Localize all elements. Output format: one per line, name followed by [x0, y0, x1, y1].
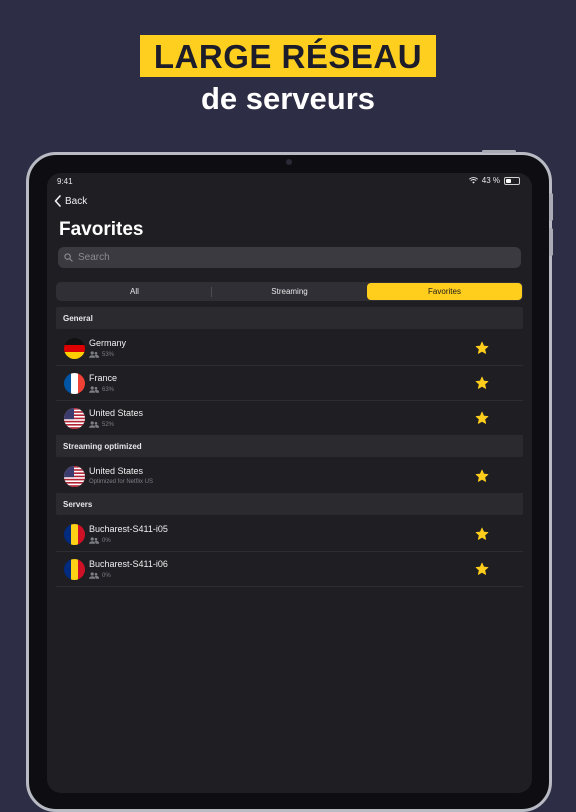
tab-streaming[interactable]: Streaming	[212, 283, 367, 300]
search-bar[interactable]	[58, 247, 521, 268]
server-load: 0%	[89, 572, 111, 579]
server-row[interactable]: Bucharest-S411-i05 0%	[56, 517, 523, 552]
united-states-flag-icon	[64, 466, 85, 487]
page-title: Favorites	[59, 219, 144, 240]
search-input[interactable]	[78, 252, 478, 263]
users-icon	[89, 351, 99, 358]
france-flag-icon	[64, 373, 85, 394]
device-top-button	[482, 150, 516, 153]
users-icon	[89, 386, 99, 393]
server-name: Bucharest-S411-i06	[89, 559, 168, 569]
status-time: 9:41	[57, 177, 73, 186]
app-screen: 9:41 43 % Back Favorites All Streaming F…	[47, 173, 532, 793]
device-side-button	[549, 228, 553, 256]
server-load-value: 0%	[102, 537, 111, 544]
server-load-value: 53%	[102, 351, 115, 358]
server-name: France	[89, 373, 118, 383]
server-load: 52%	[89, 421, 114, 428]
promo-headline-wrap: LARGE RÉSEAU	[0, 35, 576, 77]
romania-flag-icon	[64, 524, 85, 545]
server-name: United States	[89, 466, 144, 476]
front-camera	[286, 159, 292, 165]
server-row[interactable]: Bucharest-S411-i06 0%	[56, 552, 523, 587]
server-description: Optimized for Netflix US	[89, 479, 154, 485]
united-states-flag-icon	[64, 408, 85, 429]
star-icon[interactable]	[475, 341, 489, 355]
star-icon[interactable]	[475, 411, 489, 425]
back-button[interactable]: Back	[54, 195, 87, 207]
server-row[interactable]: France 63%	[56, 366, 523, 401]
device-side-button	[549, 193, 553, 221]
server-load: 0%	[89, 537, 111, 544]
promo-headline: LARGE RÉSEAU	[139, 35, 437, 77]
star-icon[interactable]	[475, 527, 489, 541]
server-row[interactable]: United States Optimized for Netflix US	[56, 459, 523, 494]
wifi-icon	[468, 177, 478, 184]
server-load-value: 63%	[102, 386, 115, 393]
back-label: Back	[65, 195, 88, 207]
tab-all[interactable]: All	[57, 283, 212, 300]
section-header-servers: Servers	[56, 493, 523, 515]
battery-percent: 43 %	[481, 176, 500, 185]
users-icon	[89, 537, 99, 544]
section-header-general: General	[56, 307, 523, 329]
star-icon[interactable]	[475, 376, 489, 390]
star-icon[interactable]	[475, 562, 489, 576]
server-row[interactable]: Germany 53%	[56, 331, 523, 366]
section-header-streaming: Streaming optimized	[56, 435, 523, 457]
users-icon	[89, 572, 99, 579]
search-icon	[64, 253, 73, 262]
status-bar: 9:41 43 %	[47, 173, 532, 189]
server-load: 63%	[89, 386, 114, 393]
romania-flag-icon	[64, 559, 85, 580]
status-right: 43 %	[468, 176, 520, 185]
server-name: Germany	[89, 338, 127, 348]
server-row[interactable]: United States 52%	[56, 401, 523, 436]
server-load-value: 0%	[102, 572, 111, 579]
server-name: Bucharest-S411-i05	[89, 524, 168, 534]
star-icon[interactable]	[475, 469, 489, 483]
germany-flag-icon	[64, 338, 85, 359]
users-icon	[89, 421, 99, 428]
chevron-left-icon	[54, 195, 61, 207]
tab-favorites[interactable]: Favorites	[367, 283, 522, 300]
segmented-control: All Streaming Favorites	[56, 282, 523, 301]
server-load-value: 52%	[102, 421, 115, 428]
promo-subline: de serveurs	[200, 81, 376, 116]
battery-icon	[504, 176, 520, 185]
server-name: United States	[89, 408, 144, 418]
server-load: 53%	[89, 351, 114, 358]
